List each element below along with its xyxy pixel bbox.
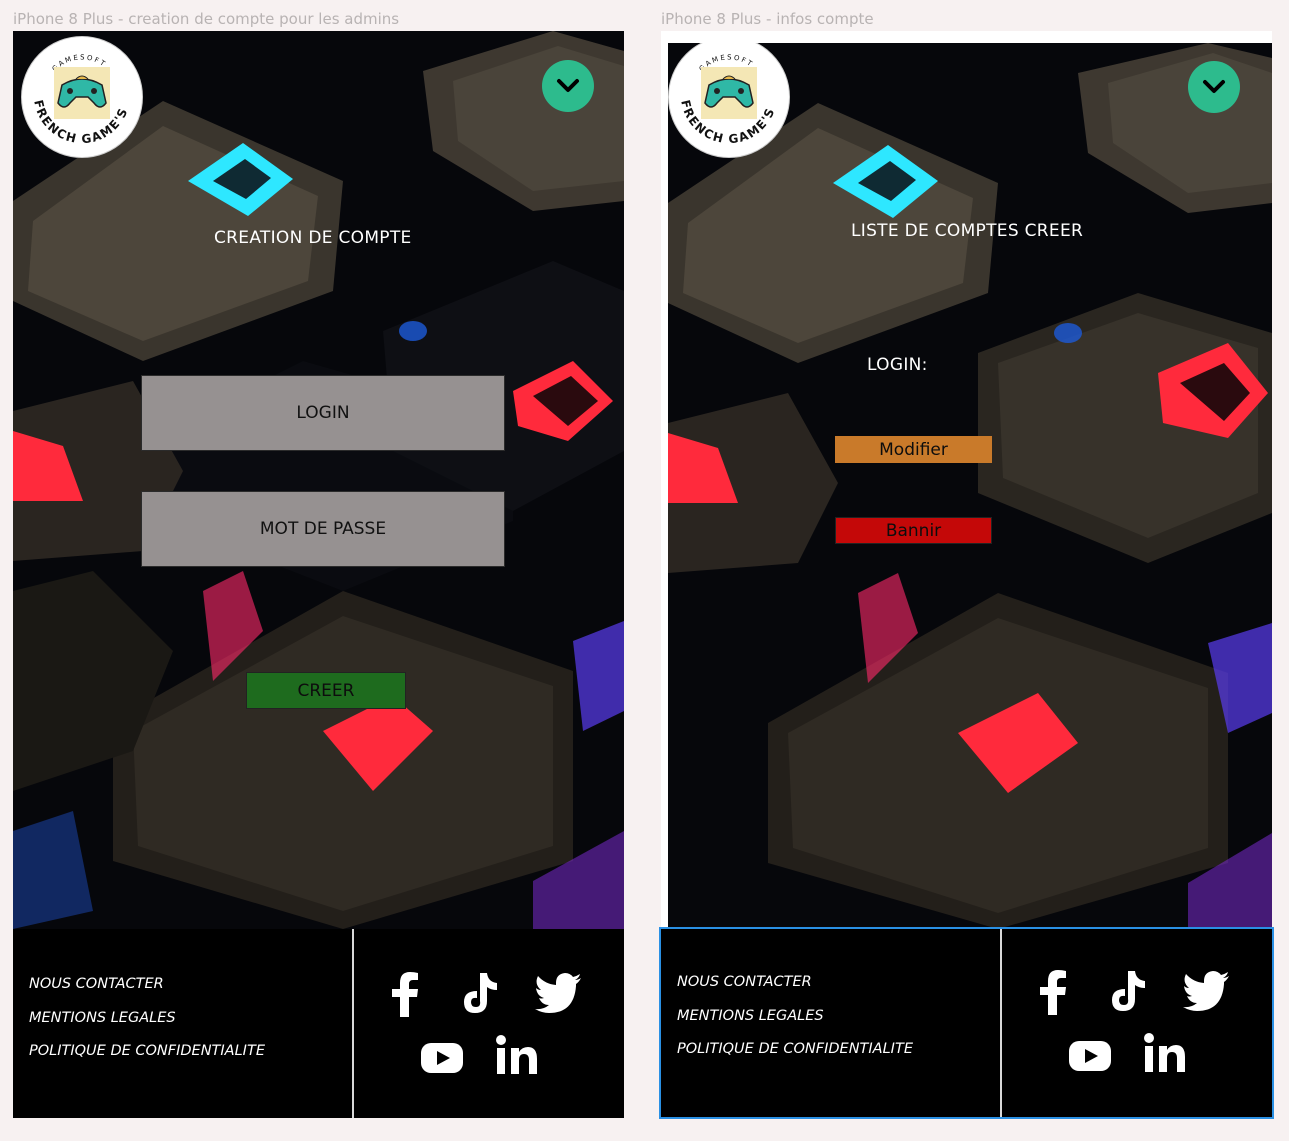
keyboard-background-image xyxy=(13,31,624,929)
privacy-policy-link[interactable]: POLITIQUE DE CONFIDENTIALITE xyxy=(29,1043,352,1059)
footer: NOUS CONTACTER MENTIONS LEGALES POLITIQU… xyxy=(13,929,624,1118)
linkedin-icon[interactable] xyxy=(496,1035,538,1075)
page-title: LISTE DE COMPTES CREER xyxy=(851,221,1084,241)
youtube-icon[interactable] xyxy=(420,1042,464,1074)
youtube-icon[interactable] xyxy=(1068,1040,1112,1072)
facebook-icon[interactable] xyxy=(390,971,420,1017)
chevron-down-icon xyxy=(1203,80,1225,93)
privacy-policy-link[interactable]: POLITIQUE DE CONFIDENTIALITE xyxy=(677,1041,1000,1057)
modify-account-label: Modifier xyxy=(879,439,948,460)
ban-account-button[interactable]: Bannir xyxy=(835,517,992,544)
footer-links: NOUS CONTACTER MENTIONS LEGALES POLITIQU… xyxy=(661,927,1002,1118)
dropdown-menu-button[interactable] xyxy=(542,60,594,112)
create-account-label: CREER xyxy=(297,680,355,701)
ban-account-label: Bannir xyxy=(885,520,942,541)
dropdown-menu-button[interactable] xyxy=(1188,61,1240,113)
gamesoft-logo[interactable]: GAMESOFT FRENCH GAME'S xyxy=(21,36,143,158)
frame-label: iPhone 8 Plus - infos compte xyxy=(661,10,874,28)
footer: NOUS CONTACTER MENTIONS LEGALES POLITIQU… xyxy=(661,927,1272,1118)
keyboard-background-image xyxy=(668,43,1272,929)
frame-creation-de-compte: GAMESOFT FRENCH GAME'S CREATION DE COMPT… xyxy=(13,31,624,1118)
password-field[interactable]: MOT DE PASSE xyxy=(141,491,505,567)
twitter-icon[interactable] xyxy=(534,973,582,1013)
gamesoft-logo[interactable]: GAMESOFT FRENCH GAME'S xyxy=(668,43,790,158)
login-field[interactable]: LOGIN xyxy=(141,375,505,451)
social-links xyxy=(354,929,624,1118)
login-label: LOGIN: xyxy=(867,355,928,375)
frame-label: iPhone 8 Plus - creation de compte pour … xyxy=(13,10,400,28)
hero-section: GAMESOFT FRENCH GAME'S CREATION DE COMPT… xyxy=(13,31,624,929)
chevron-down-icon xyxy=(557,79,579,92)
login-field-label: LOGIN xyxy=(296,403,350,423)
legal-notice-link[interactable]: MENTIONS LEGALES xyxy=(677,1008,1000,1024)
hero-section: GAMESOFT FRENCH GAME'S LISTE DE COMPTES … xyxy=(668,43,1272,929)
linkedin-icon[interactable] xyxy=(1144,1033,1186,1073)
create-account-button[interactable]: CREER xyxy=(246,672,406,709)
frame-infos-compte: GAMESOFT FRENCH GAME'S LISTE DE COMPTES … xyxy=(661,31,1272,1118)
page-title: CREATION DE COMPTE xyxy=(214,228,412,248)
modify-account-button[interactable]: Modifier xyxy=(835,436,992,463)
facebook-icon[interactable] xyxy=(1038,969,1068,1015)
twitter-icon[interactable] xyxy=(1182,971,1230,1011)
contact-link[interactable]: NOUS CONTACTER xyxy=(677,974,1000,990)
password-field-label: MOT DE PASSE xyxy=(259,519,387,539)
social-links xyxy=(1002,927,1272,1118)
tiktok-icon[interactable] xyxy=(1108,969,1148,1013)
footer-links: NOUS CONTACTER MENTIONS LEGALES POLITIQU… xyxy=(13,929,354,1118)
contact-link[interactable]: NOUS CONTACTER xyxy=(29,976,352,992)
tiktok-icon[interactable] xyxy=(460,971,500,1015)
legal-notice-link[interactable]: MENTIONS LEGALES xyxy=(29,1010,352,1026)
